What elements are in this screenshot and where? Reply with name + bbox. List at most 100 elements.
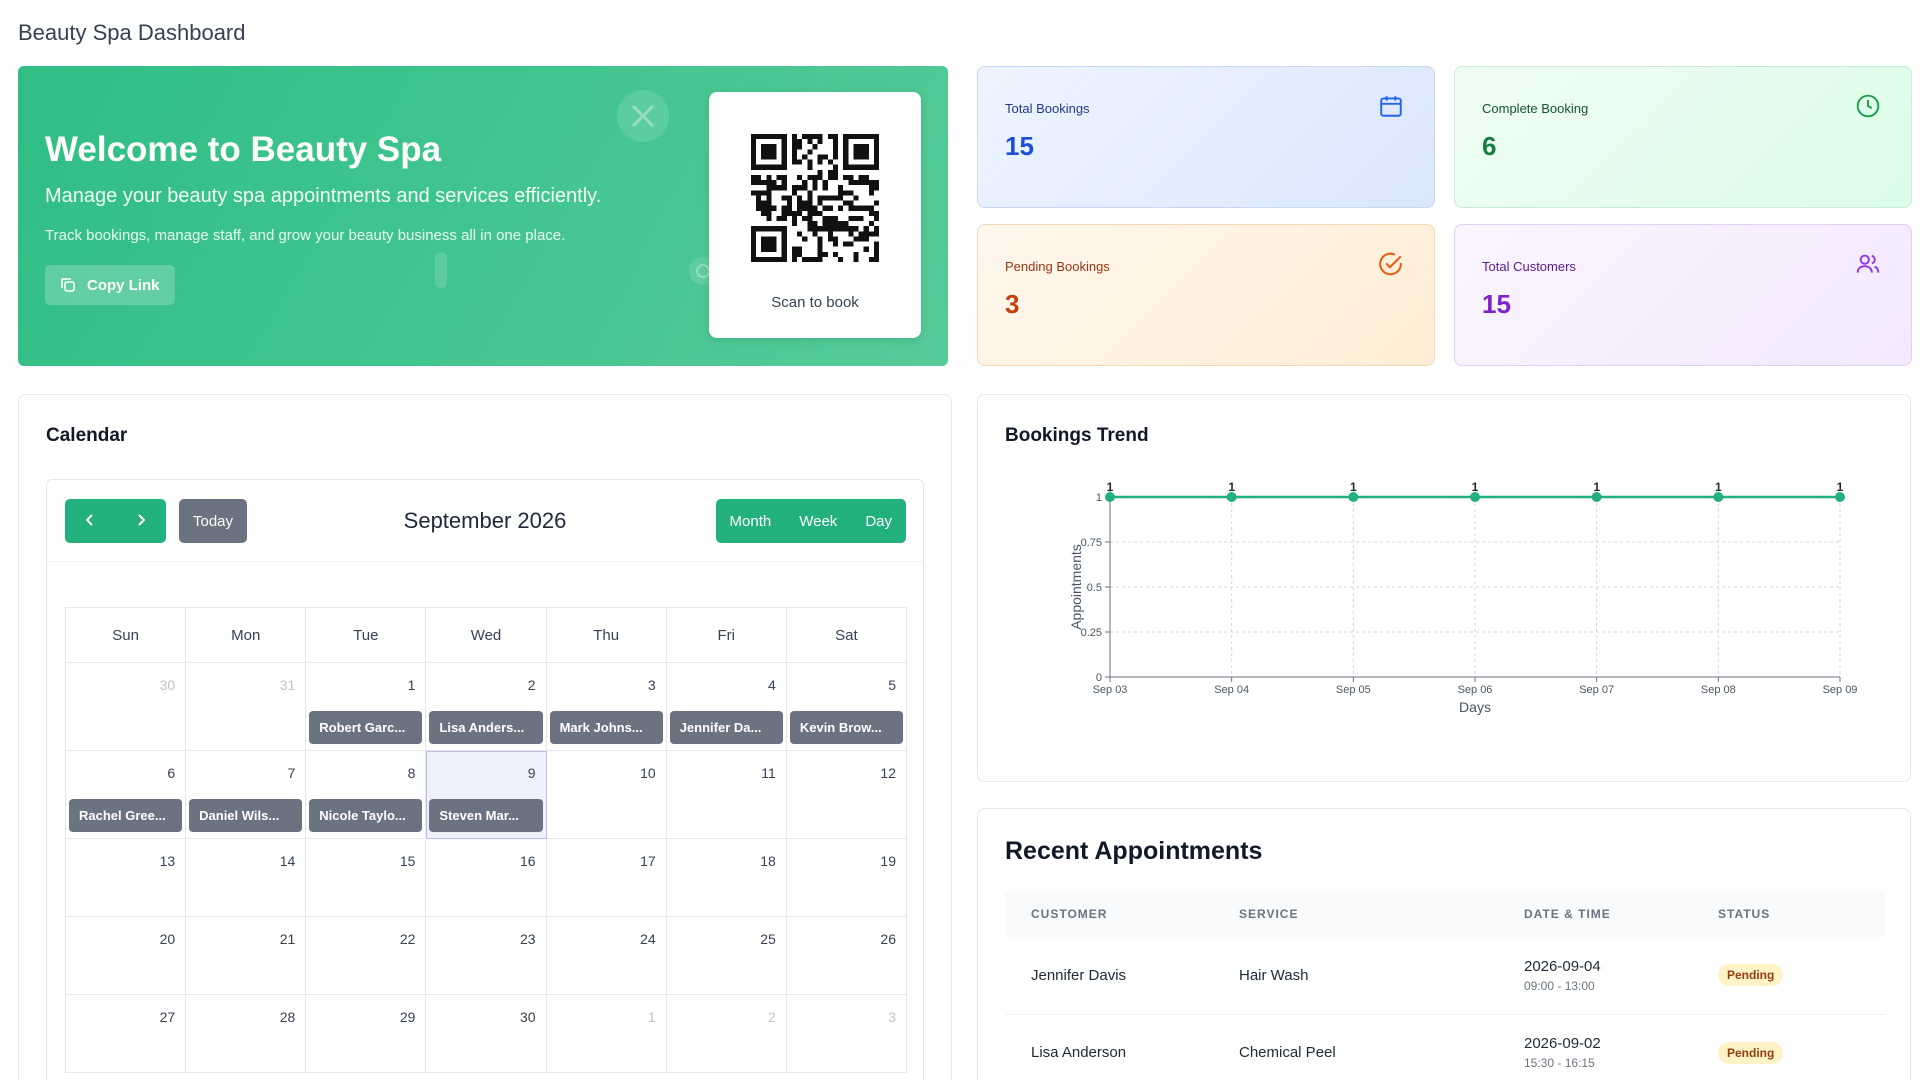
table-row[interactable]: Lisa Anderson Chemical Peel 2026-09-02 1…	[1005, 1014, 1885, 1080]
qr-module	[807, 159, 813, 165]
calendar-event[interactable]: Lisa Anders...	[429, 711, 543, 744]
calendar-day[interactable]: 2 Lisa Anders...	[426, 663, 547, 751]
qr-module	[797, 246, 803, 252]
x-tick-label: Sep 05	[1336, 684, 1371, 696]
qr-module	[812, 210, 818, 216]
calendar-day[interactable]: 15	[306, 839, 427, 917]
calendar-day[interactable]: 31	[186, 663, 307, 751]
stat-label: Pending Bookings	[1005, 259, 1110, 274]
calendar-event[interactable]: Jennifer Da...	[669, 711, 783, 744]
calendar-day[interactable]: 13	[66, 839, 187, 917]
stat-card-total-bookings: Total Bookings 15	[977, 66, 1435, 208]
calendar-event[interactable]: Rachel Gree...	[69, 799, 183, 832]
calendar-day-today[interactable]: 9 Steven Mar...	[426, 751, 547, 839]
stat-label: Total Bookings	[1005, 101, 1090, 116]
calendar-day[interactable]: 7 Daniel Wils...	[186, 751, 307, 839]
qr-module	[843, 221, 849, 227]
calendar-day[interactable]: 30	[426, 995, 547, 1073]
qr-module	[797, 231, 803, 237]
status-badge: Pending	[1718, 1041, 1784, 1064]
calendar-day[interactable]: 10	[546, 751, 667, 839]
qr-module	[751, 190, 757, 196]
qr-module	[838, 221, 844, 227]
qr-module	[791, 256, 798, 262]
calendar-day[interactable]: 2	[666, 995, 787, 1073]
calendar-day[interactable]: 11	[666, 751, 787, 839]
calendar-day[interactable]: 5 Kevin Brow...	[786, 663, 907, 751]
calendar-weekday-header: Sun Mon Tue Wed Thu Fri Sat	[66, 608, 907, 663]
qr-module	[848, 174, 854, 181]
day-number: 22	[399, 931, 416, 947]
day-number: 6	[167, 765, 176, 781]
copy-link-button[interactable]: Copy Link	[45, 265, 175, 305]
qr-module	[791, 134, 798, 140]
calendar-day[interactable]: 18	[666, 839, 787, 917]
calendar-day[interactable]: 3 Mark Johns...	[546, 663, 667, 751]
calendar-day[interactable]: 1	[546, 995, 667, 1073]
qr-module	[843, 200, 849, 206]
qr-module	[776, 185, 782, 191]
calendar-event[interactable]: Kevin Brow...	[789, 711, 903, 744]
qr-module	[786, 195, 792, 201]
qr-module	[807, 195, 813, 201]
qr-module	[807, 164, 813, 170]
calendar-event[interactable]: Robert Garc...	[309, 711, 423, 744]
qr-code[interactable]	[751, 134, 879, 262]
table-header-row: CUSTOMER SERVICE DATE & TIME STATUS	[1005, 891, 1885, 937]
calendar-day[interactable]: 20	[66, 917, 187, 995]
calendar-day[interactable]: 21	[186, 917, 307, 995]
qr-module	[797, 205, 803, 211]
table-row[interactable]: Jennifer Davis Hair Wash 2026-09-04 09:0…	[1005, 937, 1885, 1015]
page-title: Beauty Spa Dashboard	[18, 20, 246, 45]
calendar-day[interactable]: 28	[186, 995, 307, 1073]
calendar-day[interactable]: 19	[786, 839, 907, 917]
day-number: 24	[640, 931, 656, 947]
calendar-event[interactable]: Nicole Taylo...	[309, 799, 423, 832]
qr-module	[756, 195, 762, 201]
calendar-day[interactable]: 23	[426, 917, 547, 995]
qr-module	[858, 231, 864, 237]
qr-module	[766, 185, 772, 191]
calendar-day[interactable]: 1 Robert Garc...	[306, 663, 427, 751]
qr-module	[807, 221, 813, 227]
calendar-grid: Sun Mon Tue Wed Thu Fri Sat 30 31 1 Robert Garc..…	[65, 607, 907, 1073]
qr-module	[807, 134, 813, 140]
calendar-event[interactable]: Daniel Wils...	[189, 799, 303, 832]
calendar-event[interactable]: Steven Mar...	[429, 799, 543, 832]
calendar-day[interactable]: 29	[306, 995, 427, 1073]
qr-module	[832, 164, 839, 170]
status-cell: Pending	[1692, 937, 1885, 1015]
calendar-day[interactable]: 6 Rachel Gree...	[66, 751, 187, 839]
calendar-day[interactable]: 17	[546, 839, 667, 917]
qr-module	[817, 246, 823, 252]
day-number: 29	[399, 1009, 416, 1025]
qr-module	[827, 236, 833, 242]
qr-module	[868, 231, 874, 237]
qr-module	[756, 205, 762, 211]
qr-module	[807, 139, 813, 145]
calendar-day[interactable]: 4 Jennifer Da...	[666, 663, 787, 751]
calendar-day[interactable]: 26	[786, 917, 907, 995]
calendar-day[interactable]: 24	[546, 917, 667, 995]
calendar-view-group: Month Week Day	[715, 499, 906, 543]
view-week-button[interactable]: Week	[785, 499, 851, 543]
calendar-day[interactable]: 12	[786, 751, 907, 839]
calendar-day[interactable]: 8 Nicole Taylo...	[306, 751, 427, 839]
scissors-decoration-icon	[617, 90, 669, 142]
calendar-event[interactable]: Mark Johns...	[549, 711, 663, 744]
qr-module	[761, 210, 767, 216]
view-day-button[interactable]: Day	[851, 499, 906, 543]
calendar-day[interactable]: 27	[66, 995, 187, 1073]
calendar-day[interactable]: 22	[306, 917, 427, 995]
qr-module	[786, 200, 792, 206]
calendar-day[interactable]: 14	[186, 839, 307, 917]
qr-module	[761, 200, 767, 206]
qr-module	[817, 169, 823, 175]
view-month-button[interactable]: Month	[716, 499, 786, 543]
calendar-day[interactable]: 16	[426, 839, 547, 917]
calendar-day[interactable]: 25	[666, 917, 787, 995]
service-cell: Chemical Peel	[1213, 1014, 1498, 1080]
calendar-week-row: 13 14 15 16 17 18 19	[66, 839, 907, 917]
calendar-day[interactable]: 30	[66, 663, 187, 751]
calendar-day[interactable]: 3	[786, 995, 907, 1073]
